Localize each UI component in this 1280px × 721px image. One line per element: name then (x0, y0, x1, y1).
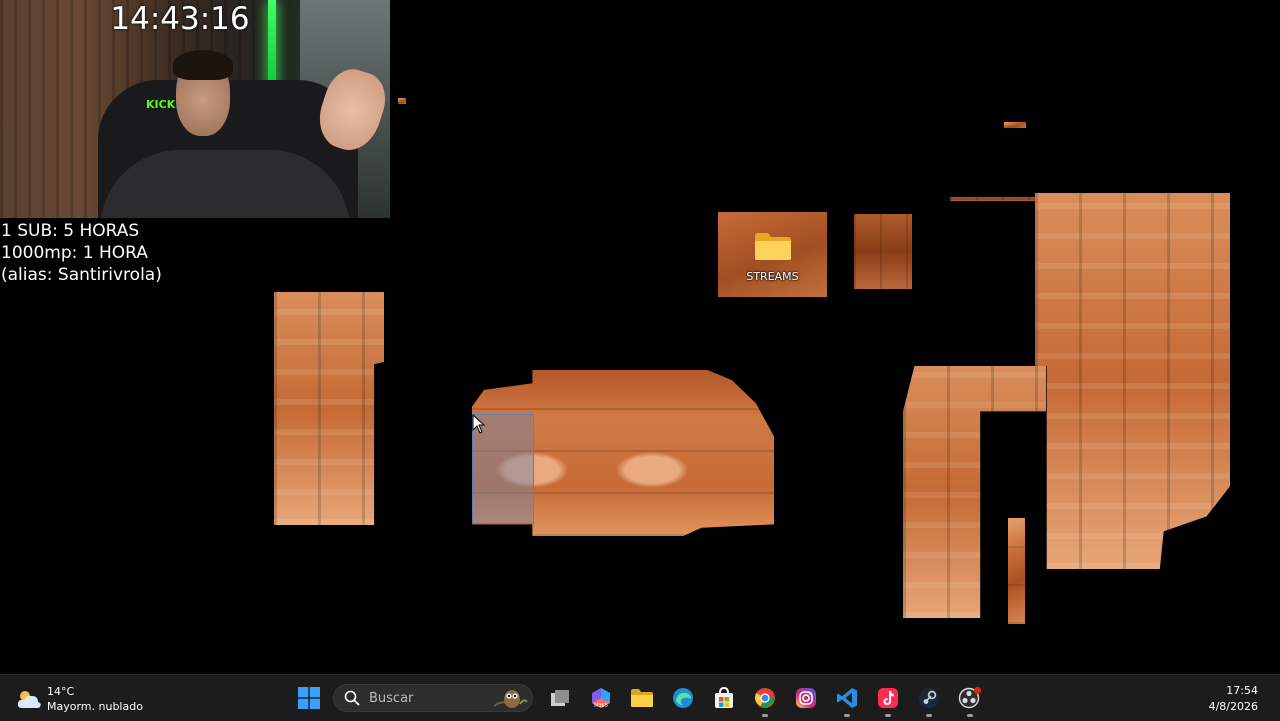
chrome-button[interactable] (747, 680, 783, 717)
obs-icon (958, 686, 981, 709)
running-indicator (925, 714, 932, 717)
desktop-icon-label: STREAMS (746, 270, 799, 283)
vscode-icon (836, 688, 857, 708)
taskbar-search[interactable]: Buscar (333, 684, 533, 712)
start-button[interactable] (291, 680, 327, 716)
search-placeholder: Buscar (369, 690, 414, 706)
weather-widget[interactable]: 14°C Mayorm. nublado (16, 683, 143, 715)
tiktok-button[interactable] (870, 680, 906, 717)
weather-temp: 14°C (47, 685, 75, 698)
stream-info: 1 SUB: 5 HORAS 1000mp: 1 HORA (alias: Sa… (1, 220, 162, 286)
vscode-button[interactable] (829, 680, 865, 717)
edge-button[interactable] (665, 680, 701, 716)
stream-timer: 14:43:16 (110, 1, 250, 37)
wallpaper-fragment (1008, 518, 1025, 624)
clock-time: 17:54 (1226, 684, 1258, 697)
steam-button[interactable] (911, 680, 947, 717)
running-indicator (761, 714, 768, 717)
info-line: 1 SUB: 5 HORAS (1, 221, 140, 241)
instagram-icon (795, 688, 816, 708)
taskbar-apps: Buscar M365 (288, 680, 990, 717)
clock-date: 4/8/2026 (1208, 700, 1258, 713)
windows-logo-icon (297, 687, 320, 709)
obs-button[interactable] (952, 680, 988, 717)
file-explorer-button[interactable] (624, 680, 660, 716)
steam-icon (918, 688, 939, 708)
kick-logo: KICK (146, 98, 176, 111)
wallpaper-fragment (854, 214, 912, 289)
cloudy-icon (17, 691, 41, 708)
wallpaper-fragment (1035, 193, 1230, 569)
wallpaper-fragment (950, 197, 1036, 201)
running-indicator (966, 714, 973, 717)
instagram-button[interactable] (788, 680, 824, 716)
task-view-icon (550, 690, 569, 706)
folder-icon (630, 689, 653, 707)
taskbar: 14°C Mayorm. nublado Buscar M365 17:54 4… (0, 674, 1280, 721)
info-line: 1000mp: 1 HORA (1, 243, 148, 263)
m365-button[interactable]: M365 (583, 680, 619, 716)
running-indicator (884, 714, 891, 717)
wallpaper-fragment (274, 292, 384, 525)
tiktok-icon (877, 688, 898, 708)
wallpaper-fragment (398, 98, 406, 104)
search-icon (344, 690, 360, 706)
wallpaper-fragment (1004, 122, 1026, 128)
system-clock[interactable]: 17:54 4/8/2026 (1209, 683, 1258, 715)
mouse-cursor-icon (472, 414, 486, 434)
svg-text:M365: M365 (594, 703, 608, 709)
search-highlight-owl-icon (493, 690, 528, 708)
chrome-icon (754, 688, 775, 708)
folder-icon (754, 233, 791, 260)
info-line: (alias: Santirivrola) (1, 265, 162, 285)
store-icon (714, 687, 733, 708)
m365-icon: M365 (591, 688, 610, 709)
running-indicator (843, 714, 850, 717)
streamer-hair (173, 50, 233, 80)
desktop-icon-streams[interactable]: STREAMS (718, 212, 827, 297)
weather-condition: Mayorm. nublado (47, 700, 143, 713)
task-view-button[interactable] (542, 680, 578, 716)
edge-icon (672, 688, 693, 708)
store-button[interactable] (706, 680, 742, 716)
